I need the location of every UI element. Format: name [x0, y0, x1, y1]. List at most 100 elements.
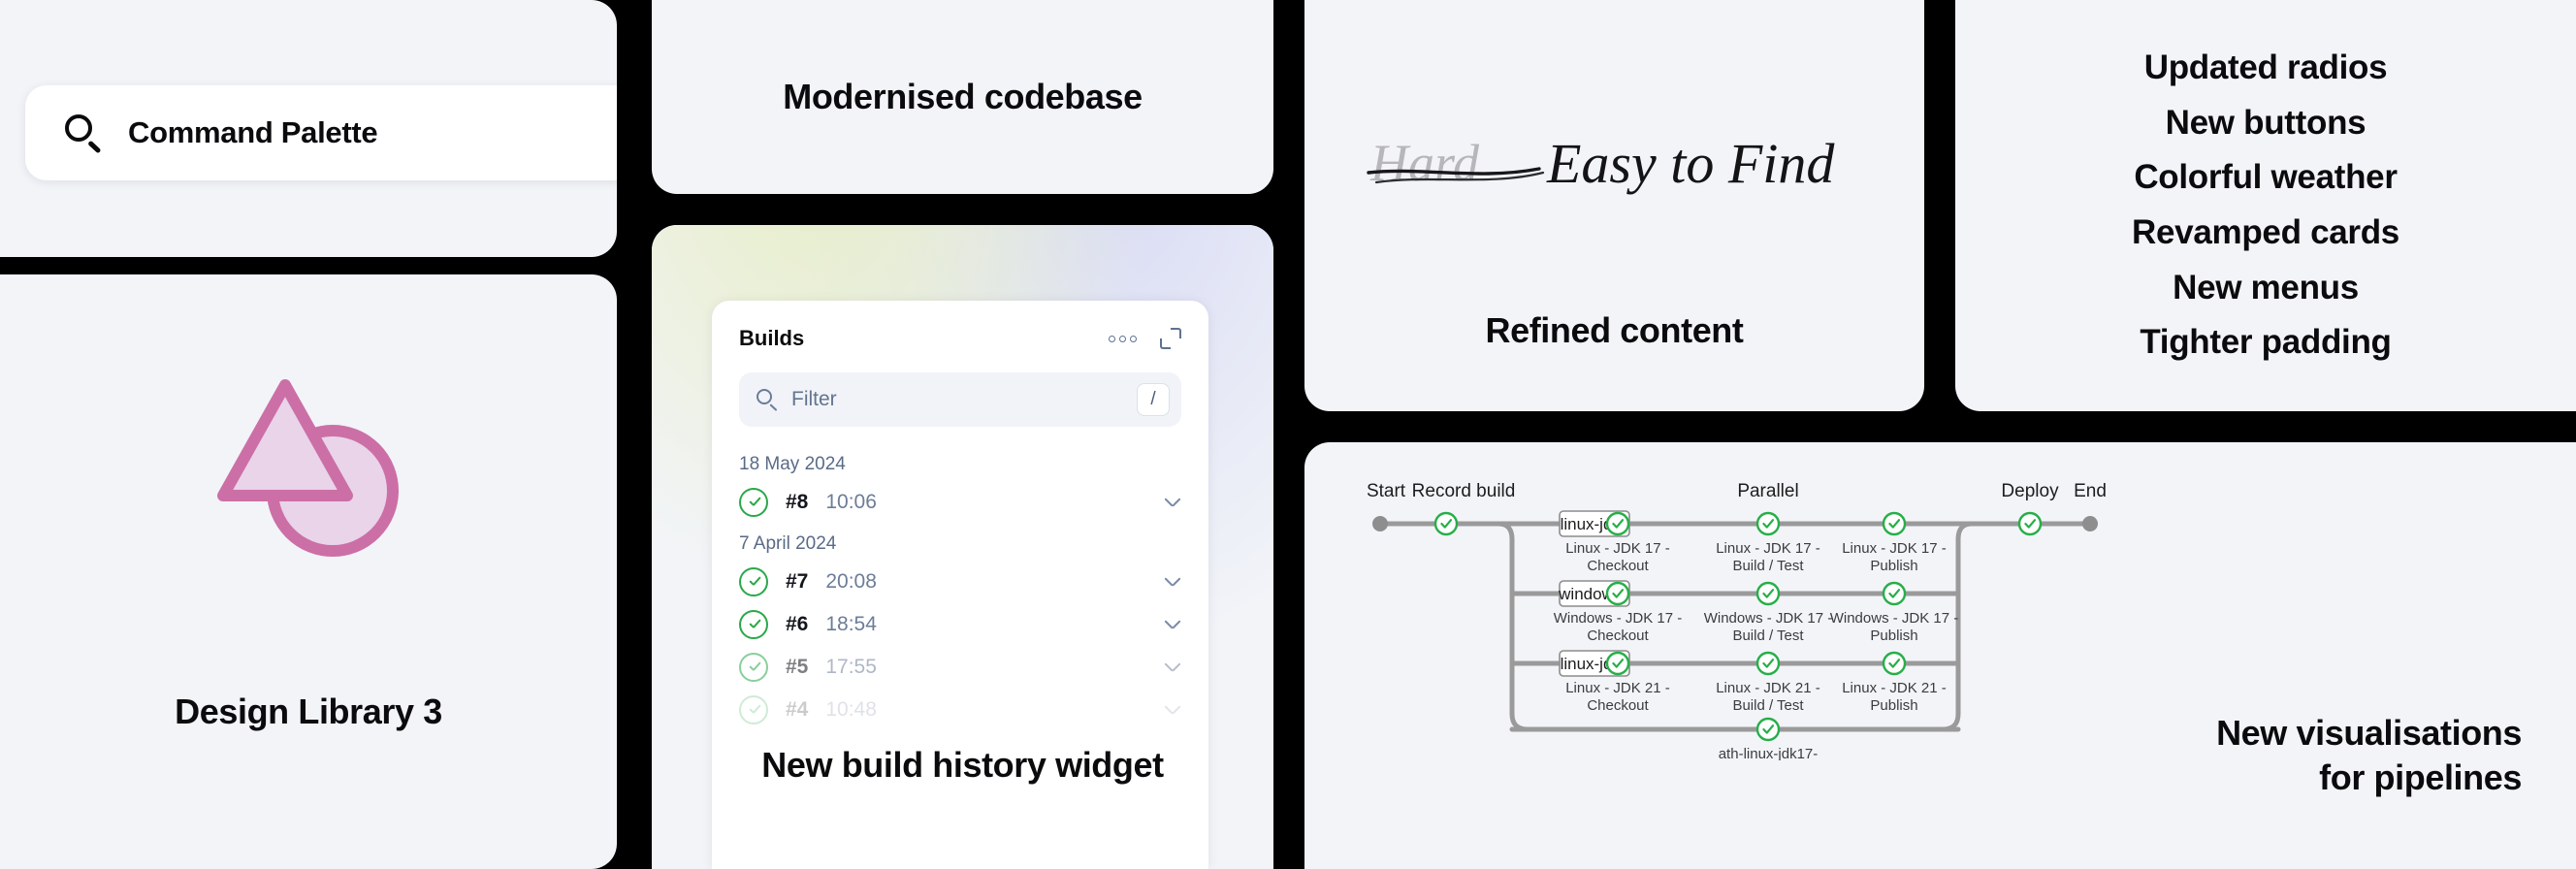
feature-list-card: Updated radiosNew buttonsColorful weathe…: [1955, 0, 2576, 411]
pipeline-step-label: Checkout: [1587, 558, 1649, 574]
easy-to-find-card: Hard Easy to Find Refined content: [1304, 0, 1924, 411]
chevron-down-icon[interactable]: [1164, 659, 1181, 676]
command-palette-search-bar[interactable]: Command Palette: [25, 85, 617, 180]
pipeline-success-node[interactable]: [1757, 513, 1779, 534]
chevron-down-icon[interactable]: [1164, 701, 1181, 719]
build-row[interactable]: #7 20:08: [712, 561, 1208, 603]
build-history-caption: New build history widget: [652, 745, 1273, 786]
pipeline-fanin-rail: [1943, 524, 1972, 729]
builds-date-header: 18 May 2024: [712, 444, 1208, 481]
pipeline-step-label: Linux - JDK 17 -: [1565, 540, 1670, 557]
feature-list-item: New menus: [2173, 261, 2359, 316]
build-row[interactable]: #6 18:54: [712, 603, 1208, 646]
pipeline-success-node[interactable]: [1884, 653, 1905, 674]
pipeline-caption-line2: for pipelines: [2216, 756, 2522, 799]
expand-icon[interactable]: [1160, 328, 1181, 349]
pipeline-step-label: Publish: [1870, 558, 1917, 574]
command-palette-card: Command Palette: [0, 0, 617, 257]
pipeline-step-label: Linux - JDK 17 -: [1842, 540, 1947, 557]
pipeline-step-label: Build / Test: [1732, 628, 1804, 644]
pipeline-step-label: Build / Test: [1732, 558, 1804, 574]
build-time: 18:54: [825, 613, 877, 636]
build-success-icon: [739, 610, 768, 639]
design-library-title: Design Library 3: [0, 692, 617, 732]
pipeline-step-label: Linux - JDK 21 -: [1842, 680, 1947, 696]
feature-list-item: Tighter padding: [2140, 315, 2391, 370]
handwritten-headline: Hard Easy to Find: [1304, 113, 1924, 219]
build-number: #7: [786, 570, 808, 594]
pipeline-stage-header: Record build: [1412, 481, 1516, 501]
pipeline-stage-header: End: [2074, 481, 2107, 501]
pipeline-step-label: Checkout: [1587, 697, 1649, 714]
build-number: #8: [786, 491, 808, 514]
chevron-down-icon[interactable]: [1164, 573, 1181, 591]
command-palette-label: Command Palette: [128, 115, 377, 150]
pipeline-success-node[interactable]: [1884, 513, 1905, 534]
build-success-icon: [739, 567, 768, 596]
modernised-codebase-card: Modernised codebase: [652, 0, 1273, 194]
pipeline-caption: New visualisations for pipelines: [2216, 711, 2522, 799]
build-row[interactable]: #810:06: [712, 481, 1208, 524]
pipeline-step-label: Checkout: [1587, 628, 1649, 644]
pipeline-step-label: Windows - JDK 17 -: [1554, 610, 1683, 627]
build-success-icon: [739, 695, 768, 724]
build-success-icon: [739, 488, 768, 517]
pipeline-fanout-rail: [1498, 524, 1528, 729]
pipeline-stage-header: Deploy: [2001, 481, 2059, 501]
pipeline-success-node[interactable]: [1884, 583, 1905, 604]
script-text: Easy to Find: [1546, 132, 1835, 195]
pipeline-success-node[interactable]: [1757, 583, 1779, 604]
refined-content-caption: Refined content: [1304, 310, 1924, 351]
pipeline-stage-header: Start: [1367, 481, 1406, 501]
builds-list: 18 May 2024#810:067 April 2024#720:08#61…: [712, 444, 1208, 731]
feature-list-item: Updated radios: [2144, 41, 2388, 96]
build-number: #6: [786, 613, 808, 636]
pipeline-caption-line1: New visualisations: [2216, 711, 2522, 755]
chevron-down-icon[interactable]: [1164, 616, 1181, 633]
pipeline-step-label: Linux - JDK 21 -: [1565, 680, 1670, 696]
pipeline-success-node[interactable]: [1607, 653, 1628, 674]
pipeline-step-label: Windows - JDK 17 -: [1830, 610, 1959, 627]
pipeline-step-label: Windows - JDK 17 -: [1704, 610, 1833, 627]
design-library-card: Design Library 3: [0, 274, 617, 869]
pipeline-step-label: Publish: [1870, 628, 1917, 644]
search-icon: [64, 113, 103, 152]
pipeline-success-node[interactable]: [1757, 719, 1779, 740]
build-row[interactable]: #4 10:48: [712, 689, 1208, 731]
build-history-card: Builds Filter / 18 May 2024#810:067 Apri…: [652, 225, 1273, 869]
builds-widget-header: Builds: [712, 301, 1208, 351]
pipeline-success-node[interactable]: [2019, 513, 2041, 534]
feature-list-item: Revamped cards: [2132, 206, 2399, 261]
pipeline-success-node[interactable]: [1757, 653, 1779, 674]
ellipsis-icon[interactable]: [1109, 336, 1137, 342]
pipeline-success-node[interactable]: [1607, 513, 1628, 534]
pipeline-success-node[interactable]: [1435, 513, 1457, 534]
pipeline-bottom-node-label: ath-linux-jdk17-: [1719, 746, 1819, 760]
pipeline-end-dot: [2082, 516, 2098, 531]
pipeline-stage-header: Parallel: [1737, 481, 1798, 501]
feature-list-item: New buttons: [2166, 96, 2367, 151]
pipeline-step-label: Linux - JDK 21 -: [1716, 680, 1820, 696]
struck-word: Hard: [1369, 134, 1480, 192]
build-row[interactable]: #5 17:55: [712, 646, 1208, 689]
builds-filter-placeholder: Filter: [791, 388, 1123, 411]
build-success-icon: [739, 653, 768, 682]
builds-widget-title: Builds: [739, 326, 804, 351]
handwriting-svg: Hard Easy to Find: [1363, 113, 1867, 219]
pipeline-success-node[interactable]: [1607, 583, 1628, 604]
build-number: #5: [786, 656, 808, 679]
build-number: #4: [786, 698, 808, 722]
build-time: 20:08: [825, 570, 877, 594]
pipeline-visualisation-card: linux-jd…Linux - JDK 17 -CheckoutLinux -…: [1304, 442, 2576, 869]
builds-filter-field[interactable]: Filter /: [739, 372, 1181, 427]
builds-filter-shortcut-key: /: [1137, 383, 1170, 416]
pipeline-step-label: Build / Test: [1732, 697, 1804, 714]
pipeline-start-dot: [1372, 516, 1388, 531]
triangle-circle-logo-icon: [202, 360, 415, 573]
search-icon: [757, 389, 778, 410]
chevron-down-icon[interactable]: [1164, 494, 1181, 511]
feature-list-item: Colorful weather: [2134, 150, 2397, 206]
pipeline-diagram: linux-jd…Linux - JDK 17 -CheckoutLinux -…: [1351, 469, 2117, 760]
build-time: 17:55: [825, 656, 877, 679]
build-time: 10:48: [825, 698, 877, 722]
